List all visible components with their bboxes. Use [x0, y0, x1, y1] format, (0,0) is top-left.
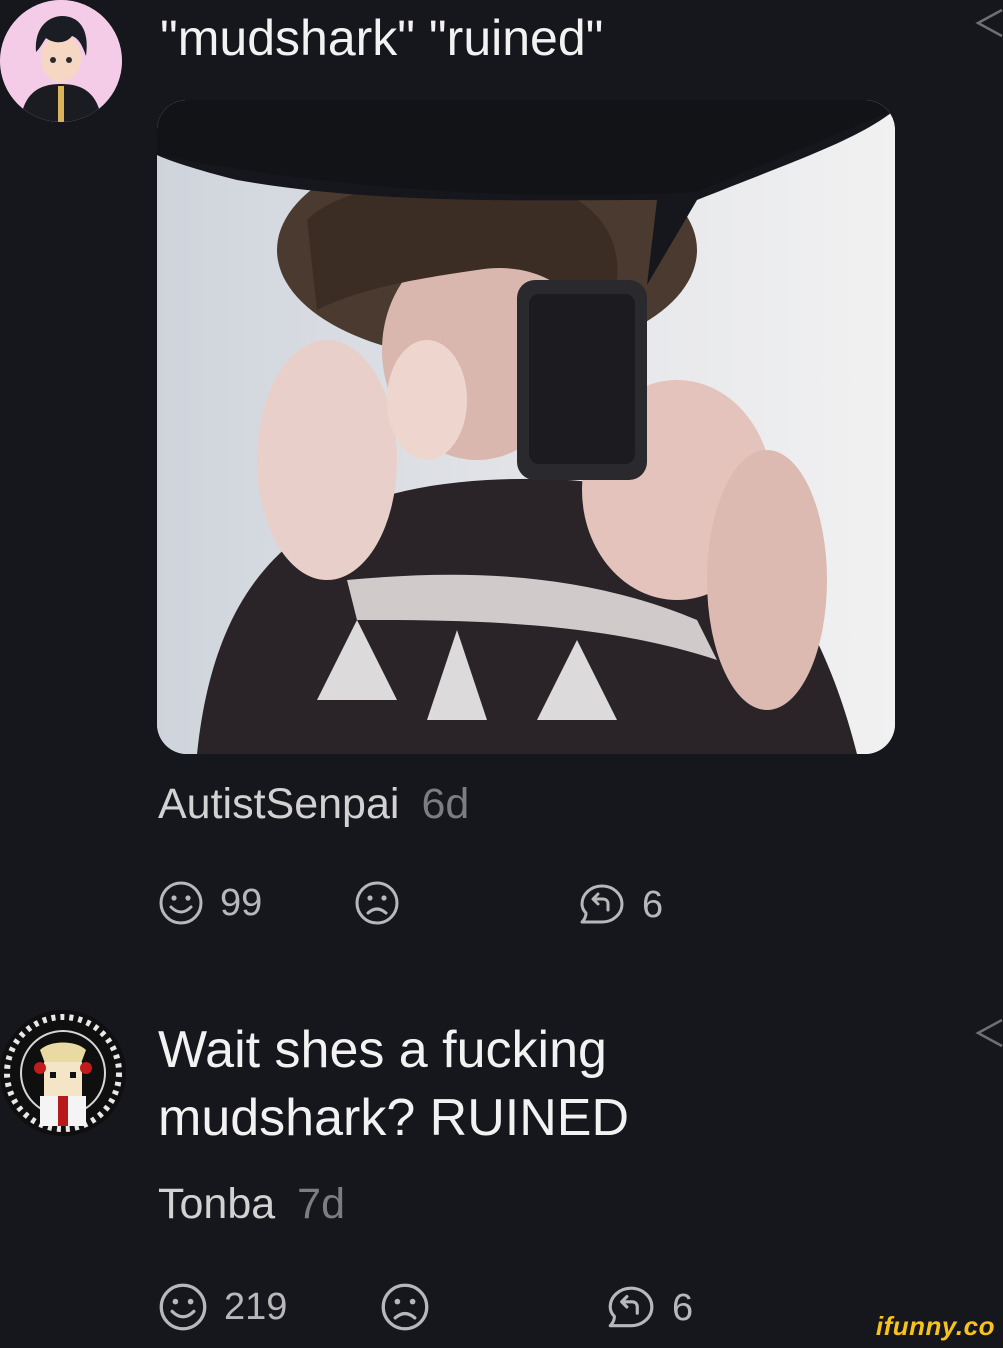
reply-button[interactable]: 6 [576, 882, 663, 928]
avatar[interactable] [0, 1010, 126, 1136]
like-button[interactable]: 219 [158, 1282, 287, 1332]
smile-icon [158, 880, 204, 926]
reply-button[interactable]: 6 [604, 1284, 693, 1332]
comment-text: "mudshark" "ruined" [160, 10, 604, 66]
frown-icon [354, 880, 400, 926]
like-count: 99 [220, 881, 263, 924]
meme-image[interactable] [157, 100, 895, 754]
avatar[interactable] [0, 0, 122, 122]
comment-time: 7d [297, 1180, 346, 1228]
share-icon[interactable] [972, 1016, 1003, 1050]
author-name[interactable]: AutistSenpai [158, 780, 399, 828]
author-name[interactable]: Tonba [158, 1180, 275, 1228]
comment-author[interactable]: Tonba 7d [158, 1180, 345, 1229]
dislike-button[interactable] [354, 880, 400, 926]
comment-author[interactable]: AutistSenpai 6d [158, 780, 469, 829]
like-button[interactable]: 99 [158, 880, 262, 926]
reply-bubble-icon [576, 882, 626, 928]
comment-text: Wait shes a fucking mudshark? RUINED [158, 1021, 630, 1147]
share-icon[interactable] [972, 6, 1003, 40]
reply-bubble-icon [604, 1284, 656, 1332]
comment-time: 6d [421, 780, 470, 828]
smile-icon [158, 1282, 208, 1332]
frown-icon [380, 1282, 430, 1332]
reply-count: 6 [642, 883, 664, 926]
ifunny-watermark: ifunny.co [875, 1311, 995, 1341]
comments-screen: "mudshark" "ruined" AutistSenpai 6d 99 6… [0, 0, 1003, 1348]
reply-count: 6 [672, 1286, 694, 1329]
like-count: 219 [224, 1285, 288, 1328]
dislike-button[interactable] [380, 1282, 430, 1332]
